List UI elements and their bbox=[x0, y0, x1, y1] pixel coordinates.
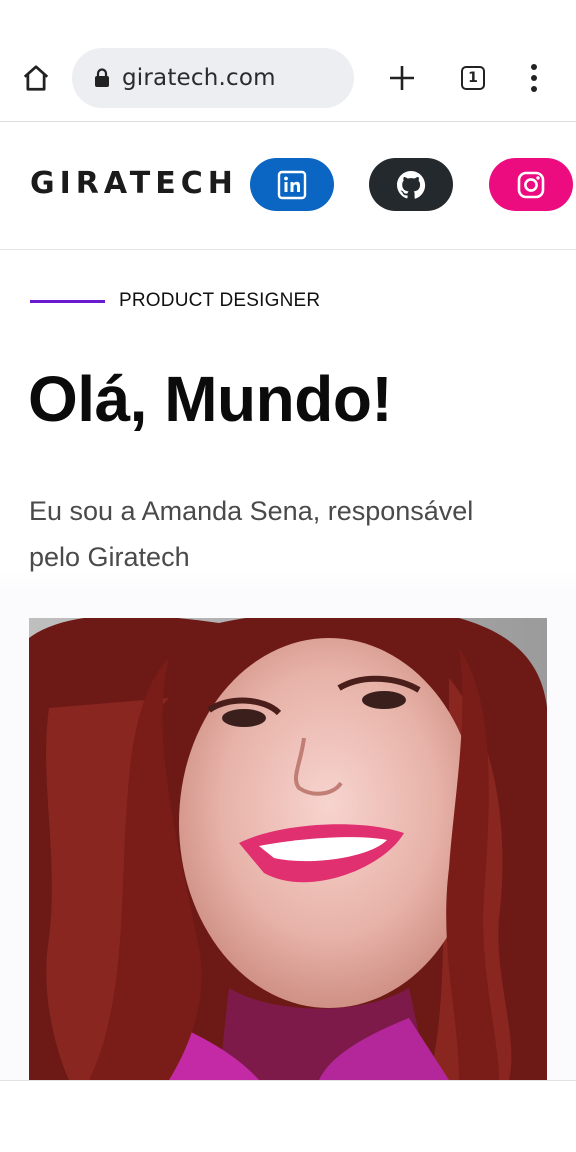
linkedin-icon bbox=[277, 170, 307, 199]
instagram-button[interactable] bbox=[489, 158, 573, 211]
new-tab-button[interactable] bbox=[384, 60, 420, 96]
profile-photo bbox=[29, 618, 547, 1080]
role-accent-line bbox=[30, 300, 105, 303]
home-button[interactable] bbox=[16, 58, 56, 98]
lock-icon bbox=[92, 67, 112, 89]
address-bar[interactable]: giratech.com bbox=[72, 48, 354, 108]
linkedin-button[interactable] bbox=[250, 158, 334, 211]
hero-intro: Eu sou a Amanda Sena, responsável pelo G… bbox=[29, 496, 474, 572]
site-logo[interactable]: GIRATECH bbox=[30, 166, 238, 201]
hero-headline: Olá, Mundo! bbox=[28, 363, 393, 435]
tabs-icon: 1 bbox=[461, 66, 485, 90]
page-divider bbox=[0, 1080, 576, 1081]
site-header: GIRATECH bbox=[0, 122, 576, 250]
hero-section: PRODUCT DESIGNER Olá, Mundo! Eu sou a Am… bbox=[0, 250, 576, 1080]
more-vert-icon[interactable] bbox=[522, 60, 546, 96]
home-icon bbox=[23, 65, 49, 91]
role-label: PRODUCT DESIGNER bbox=[119, 290, 321, 311]
url-text: giratech.com bbox=[122, 65, 276, 91]
tab-count: 1 bbox=[468, 70, 478, 86]
plus-icon bbox=[390, 66, 414, 90]
github-button[interactable] bbox=[369, 158, 453, 211]
github-icon bbox=[397, 170, 426, 199]
instagram-icon bbox=[517, 171, 545, 198]
tab-switcher-button[interactable]: 1 bbox=[458, 63, 488, 93]
browser-toolbar: giratech.com 1 bbox=[0, 0, 576, 122]
